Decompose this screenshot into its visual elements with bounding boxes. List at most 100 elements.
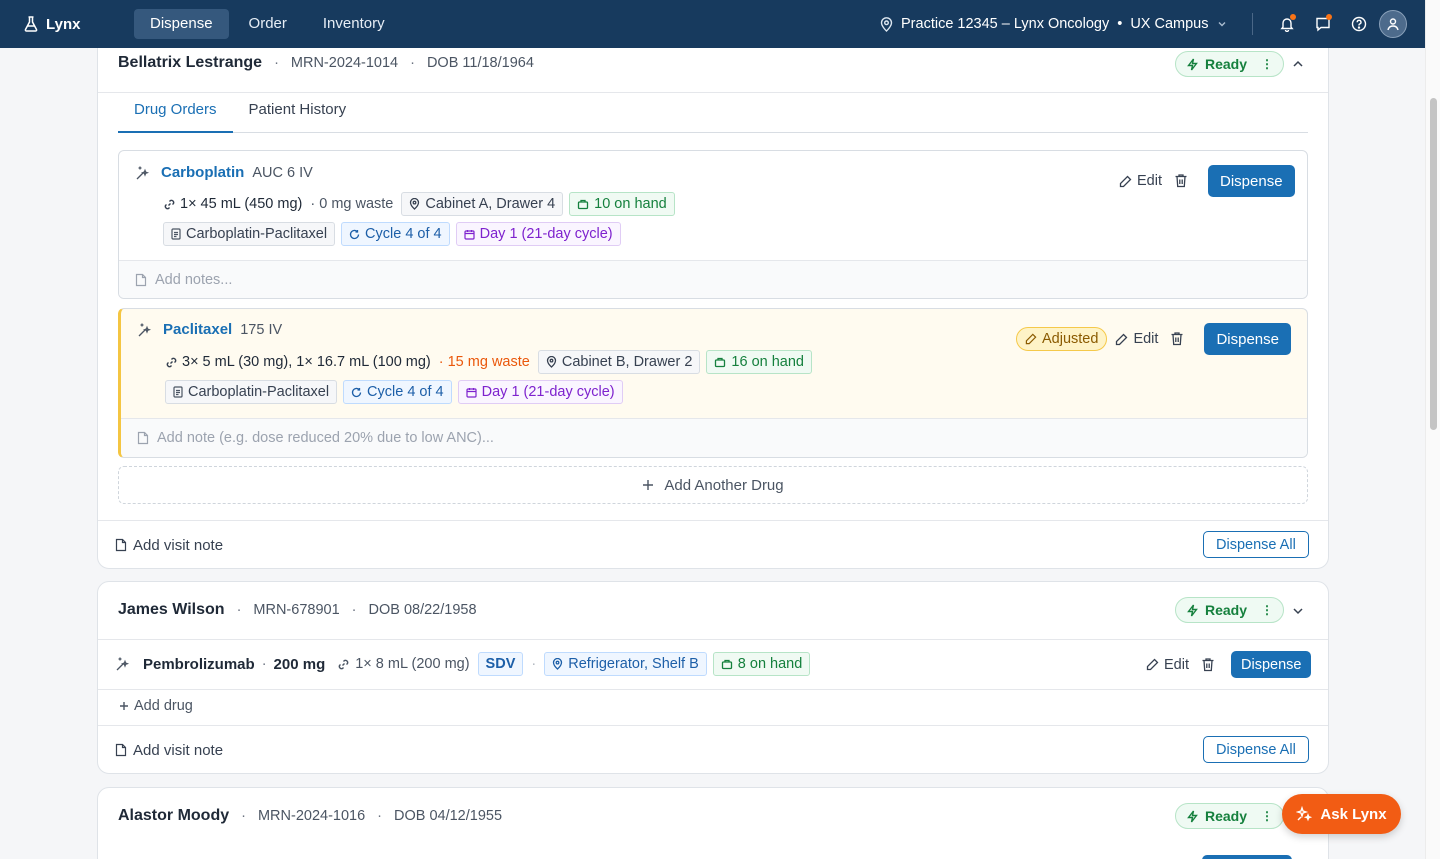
status-badge[interactable]: Ready ⋮	[1175, 597, 1285, 623]
notifications-button[interactable]	[1269, 6, 1305, 42]
avatar[interactable]	[1379, 10, 1407, 38]
waste-amount: · 15 mg waste	[438, 354, 530, 370]
more-vertical-icon[interactable]: ⋮	[1261, 57, 1273, 71]
status-badge[interactable]: Ready ⋮	[1175, 803, 1285, 829]
link-icon	[165, 356, 178, 369]
package-icon	[714, 356, 726, 368]
location-chip: Refrigerator, Shelf B	[544, 652, 707, 676]
add-visit-note[interactable]: Add visit note	[133, 537, 223, 554]
drug-order-paclitaxel: Paclitaxel 175 IV 3× 5 mL (30 mg), 1× 16…	[118, 308, 1308, 458]
dispense-button[interactable]: Dispense	[1204, 323, 1291, 355]
top-nav-bar: Lynx Dispense Order Inventory Practice 1…	[0, 0, 1425, 48]
dispense-button[interactable]: Dispense	[1231, 651, 1312, 678]
package-icon	[721, 658, 733, 670]
separator-dot: ·	[261, 656, 267, 672]
bolt-icon	[1186, 58, 1199, 71]
on-hand-chip: 10 on hand	[569, 192, 675, 216]
storage-location: Cabinet B, Drawer 2	[561, 354, 693, 370]
location-pin-icon	[880, 16, 893, 32]
drug-dose: 200 mg	[273, 655, 326, 673]
storage-location: Cabinet A, Drawer 4	[425, 196, 556, 212]
edit-label: Edit	[1137, 173, 1162, 189]
status-label: Ready	[1205, 602, 1248, 618]
patient-header[interactable]: James Wilson · MRN-678901 · DOB 08/22/19…	[98, 582, 1328, 638]
more-vertical-icon[interactable]: ⋮	[1261, 809, 1273, 823]
notes-placeholder: Add note (e.g. dose reduced 20% due to l…	[157, 430, 494, 446]
trash-icon[interactable]	[1201, 657, 1217, 673]
patient-name: James Wilson	[118, 601, 225, 618]
drug-title-row: Paclitaxel 175 IV	[137, 321, 282, 338]
app-name: Lynx	[46, 15, 81, 33]
document-icon	[171, 228, 181, 240]
scrollbar-thumb[interactable]	[1430, 98, 1437, 430]
nav-inventory[interactable]: Inventory	[307, 9, 401, 39]
cycle-label: Cycle 4 of 4	[367, 384, 444, 400]
drug-order-carboplatin: Carboplatin AUC 6 IV 1× 45 mL (450 mg) ·…	[118, 150, 1308, 299]
edit-button[interactable]: Edit	[1115, 331, 1158, 347]
on-hand-count: 8 on hand	[737, 656, 803, 672]
notes-placeholder: Add notes...	[155, 272, 233, 288]
separator-dot: ·	[236, 602, 242, 618]
drug-name[interactable]: Paclitaxel	[163, 321, 232, 338]
location-pin-icon	[409, 198, 420, 210]
location-chip: Cabinet B, Drawer 2	[537, 350, 701, 374]
trash-icon[interactable]	[1174, 173, 1190, 189]
divider	[1252, 13, 1253, 35]
drug-name[interactable]: Pembrolizumab	[143, 656, 255, 673]
tab-patient-history[interactable]: Patient History	[233, 91, 363, 133]
storage-location: Refrigerator, Shelf B	[568, 656, 699, 672]
vial-breakdown: 1× 8 mL (200 mg)	[355, 656, 470, 672]
trash-icon[interactable]	[1170, 331, 1186, 347]
tab-drug-orders[interactable]: Drug Orders	[118, 91, 233, 133]
separator-dot: ·	[531, 656, 537, 672]
nav-dispense[interactable]: Dispense	[134, 9, 229, 39]
dispense-button[interactable]: Dispense	[1208, 165, 1295, 197]
scrollbar[interactable]	[1425, 0, 1440, 859]
pencil-icon	[1119, 175, 1132, 188]
on-hand-chip: 16 on hand	[706, 350, 812, 374]
sparkle-icon	[137, 322, 153, 338]
dispense-all-button[interactable]: Dispense All	[1203, 736, 1309, 763]
nav-order[interactable]: Order	[233, 9, 303, 39]
patient-dob: DOB 04/12/1955	[394, 808, 503, 824]
status-label: Ready	[1205, 808, 1248, 824]
help-button[interactable]	[1341, 6, 1377, 42]
visit-note-row: Add visit note	[98, 520, 1328, 569]
app-logo[interactable]: Lynx	[24, 16, 110, 33]
patient-card: Bellatrix Lestrange · MRN-2024-1014 · DO…	[97, 34, 1329, 569]
patient-header[interactable]: Alastor Moody · MRN-2024-1016 · DOB 04/1…	[98, 788, 1328, 844]
refresh-icon	[351, 387, 362, 398]
drug-detail-row: 3× 5 mL (30 mg), 1× 16.7 mL (100 mg) · 1…	[165, 350, 818, 374]
add-another-drug-button[interactable]: Add Another Drug	[118, 466, 1308, 504]
separator-dot: ·	[377, 808, 383, 824]
messages-button[interactable]	[1305, 6, 1341, 42]
drug-dose: 175 IV	[240, 321, 283, 338]
patient-dob: DOB 08/22/1958	[368, 602, 477, 618]
status-badge[interactable]: Ready ⋮	[1175, 51, 1285, 77]
chevron-down-icon[interactable]	[1290, 603, 1306, 619]
on-hand-count: 10 on hand	[594, 196, 667, 212]
edit-button[interactable]: Edit	[1146, 657, 1189, 673]
cycle-label: Cycle 4 of 4	[365, 226, 442, 242]
more-vertical-icon[interactable]: ⋮	[1261, 603, 1273, 617]
chevron-up-icon[interactable]	[1290, 56, 1306, 72]
dispense-button[interactable]	[1202, 855, 1292, 859]
adjusted-label: Adjusted	[1042, 331, 1099, 347]
campus-label: UX Campus	[1130, 16, 1209, 32]
day-chip: Day 1 (21-day cycle)	[455, 222, 621, 246]
ask-lynx-button[interactable]: Ask Lynx	[1282, 794, 1401, 834]
flask-icon	[24, 16, 38, 32]
edit-button[interactable]: Edit	[1119, 173, 1162, 189]
dispense-all-button[interactable]: Dispense All	[1203, 531, 1309, 558]
drug-notes-input[interactable]: Add note (e.g. dose reduced 20% due to l…	[121, 418, 1307, 457]
cycle-chip: Cycle 4 of 4	[343, 380, 452, 404]
link-icon	[337, 658, 350, 671]
location-chip: Cabinet A, Drawer 4	[401, 192, 564, 216]
calendar-icon	[464, 229, 475, 240]
drug-name[interactable]: Carboplatin	[161, 164, 244, 181]
drug-notes-input[interactable]: Add notes...	[119, 260, 1307, 298]
add-visit-note[interactable]: Add visit note	[133, 742, 223, 759]
sparkle-icon	[135, 165, 151, 181]
add-drug-button[interactable]: Add drug	[119, 698, 193, 714]
practice-selector[interactable]: Practice 12345 – Lynx Oncology • UX Camp…	[880, 0, 1227, 48]
